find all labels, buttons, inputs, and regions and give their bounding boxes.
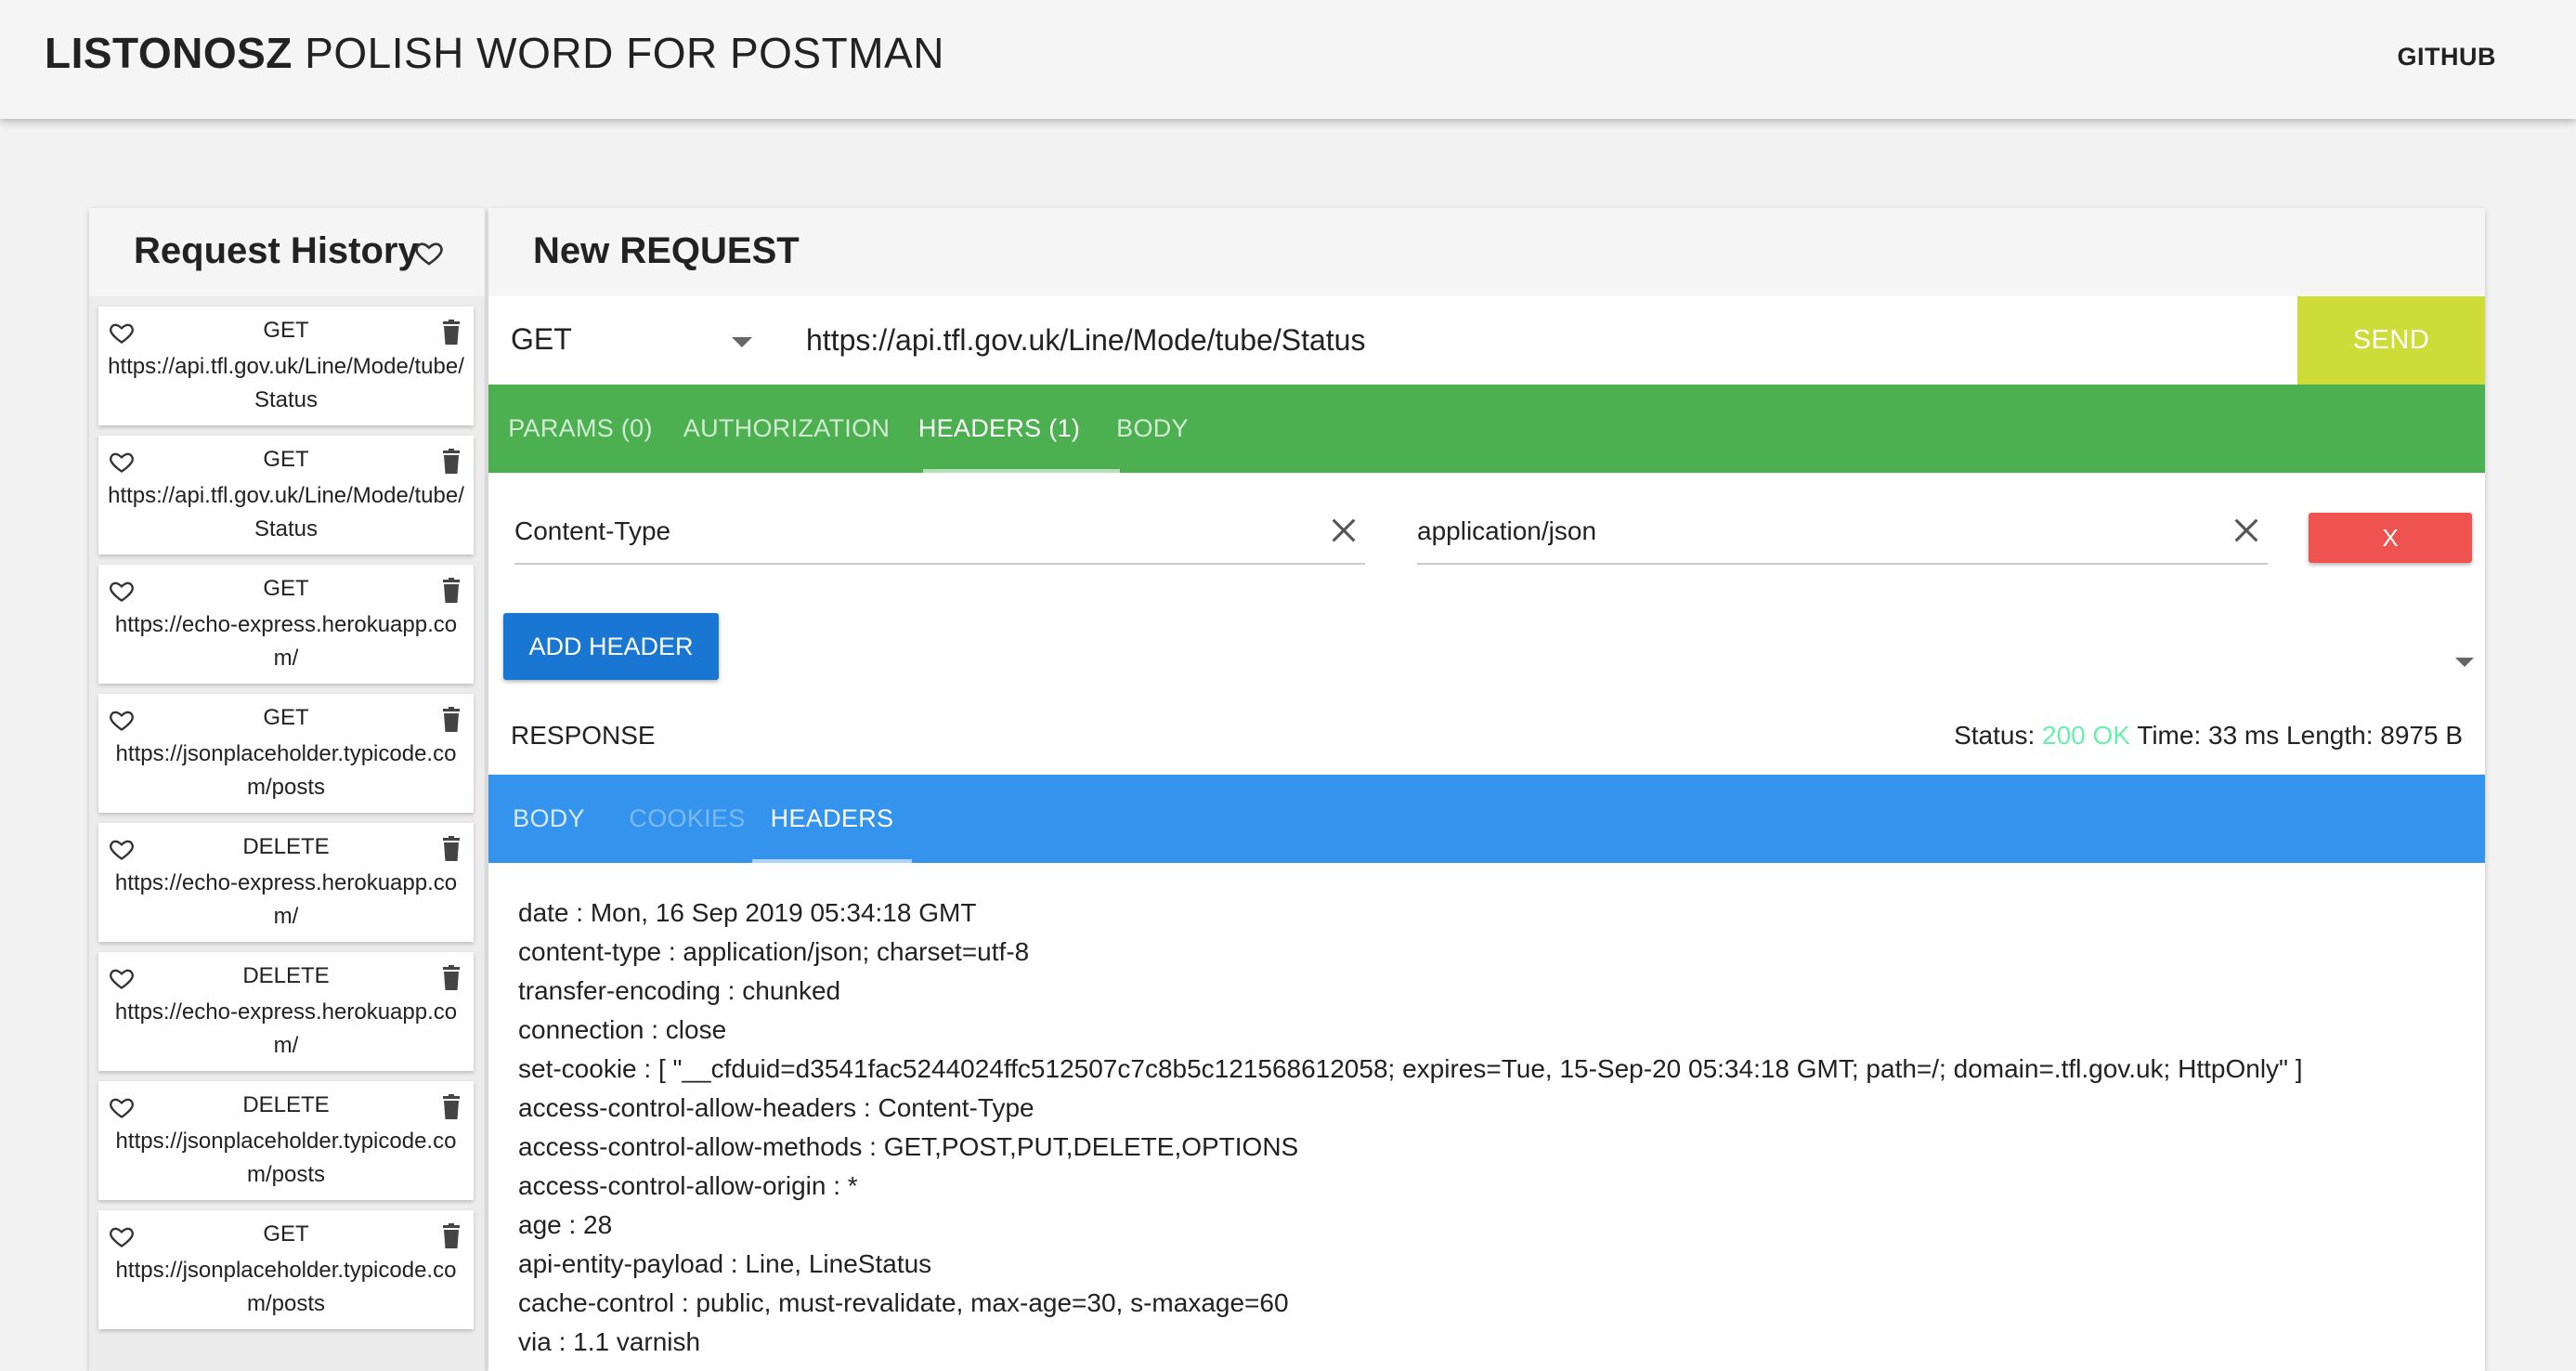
response-time: Time: 33 ms [2137,721,2280,750]
tab-params[interactable]: PARAMS (0) [488,385,672,473]
response-tabs: BODY COOKIES HEADERS [488,775,2485,863]
history-item[interactable]: DELETE https://echo-express.herokuapp.com… [98,823,474,942]
history-item-url: https://api.tfl.gov.uk/Line/Mode/tube/St… [108,483,464,542]
request-title: New REQUEST [533,230,800,271]
response-length: Length: 8975 B [2286,721,2463,750]
history-item-url: https://jsonplaceholder.typicode.com/pos… [115,1258,457,1316]
history-item-method: GET [263,1221,309,1247]
response-header-line: set-cookie : [ "__cfduid=d3541fac5244024… [518,1054,2303,1083]
history-header: Request History [89,208,485,296]
response-header-line: access-control-allow-headers : Content-T… [518,1093,1034,1122]
response-header-line: age : 28 [518,1210,613,1239]
status-prefix: Status: [1954,721,2036,750]
history-item-method: GET [263,447,309,472]
remove-header-button[interactable]: X [2309,513,2472,563]
history-item[interactable]: GET https://jsonplaceholder.typicode.com/… [98,694,474,813]
request-tabs: PARAMS (0) AUTHORIZATION HEADERS (1) BOD… [488,385,2485,473]
brand-title: LISTONOSZ POLISH WORD FOR POSTMAN [45,28,944,78]
brand-name: LISTONOSZ [45,29,293,77]
response-headers-list: date : Mon, 16 Sep 2019 05:34:18 GMT cont… [518,894,2468,1362]
tab-authorization[interactable]: AUTHORIZATION [672,385,901,473]
response-status: Status: 200 OK Time: 33 ms Length: 8975 … [1954,721,2463,751]
history-item-url: https://jsonplaceholder.typicode.com/pos… [115,1129,457,1187]
history-item[interactable]: DELETE https://jsonplaceholder.typicode.c… [98,1081,474,1200]
url-input[interactable]: https://api.tfl.gov.uk/Line/Mode/tube/St… [806,296,1837,385]
close-icon[interactable] [1328,515,1360,546]
response-header-line: cache-control : public, must-revalidate,… [518,1288,1289,1317]
request-panel: New REQUEST GET https://api.tfl.gov.uk/L… [488,208,2485,1371]
brand-subtitle: POLISH WORD FOR POSTMAN [305,29,944,77]
response-header-line: access-control-allow-origin : * [518,1171,858,1200]
history-item-url: https://echo-express.herokuapp.com/ [114,612,458,671]
add-header-button[interactable]: ADD HEADER [503,613,719,680]
response-header-line: via : 1.1 varnish [518,1327,701,1356]
history-item-url: https://echo-express.herokuapp.com/ [114,999,458,1058]
history-item-url: https://jsonplaceholder.typicode.com/pos… [115,741,457,800]
method-select[interactable]: GET [488,296,786,385]
history-item-method: DELETE [242,963,330,988]
history-item[interactable]: GET https://api.tfl.gov.uk/Line/Mode/tube… [98,307,474,425]
caret-down-icon [732,337,752,347]
response-header-line: content-type : application/json; charset… [518,937,1030,966]
history-item-method: GET [263,576,309,601]
history-item[interactable]: GET https://echo-express.herokuapp.com/ [98,565,474,684]
send-button[interactable]: SEND [2297,296,2485,385]
method-value: GET [511,322,572,356]
history-item-url: https://echo-express.herokuapp.com/ [114,870,458,929]
history-item-method: GET [263,318,309,343]
history-item[interactable]: DELETE https://echo-express.herokuapp.com… [98,952,474,1071]
history-item-method: DELETE [242,834,330,859]
tab-response-cookies: COOKIES [629,804,746,832]
header-value-field[interactable]: application/json [1417,505,2268,565]
github-link[interactable]: GITHUB [2398,43,2497,72]
history-item-method: GET [263,705,309,730]
tab-response-body[interactable]: BODY [488,775,609,863]
history-item[interactable]: GET https://api.tfl.gov.uk/Line/Mode/tube… [98,436,474,555]
close-icon[interactable] [2231,515,2262,546]
status-code: 200 OK [2042,721,2130,750]
app-bar: LISTONOSZ POLISH WORD FOR POSTMAN GITHUB [0,0,2576,119]
response-bar: RESPONSE Status: 200 OK Time: 33 ms Leng… [488,691,2485,779]
response-header-line: api-entity-payload : Line, LineStatus [518,1249,932,1278]
tab-headers[interactable]: HEADERS (1) [901,385,1098,473]
response-header-line: access-control-allow-methods : GET,POST,… [518,1132,1299,1161]
history-item-method: DELETE [242,1092,330,1117]
request-history-panel: Request History GET https://api.tfl.gov.u… [89,208,485,1371]
header-key-value: Content-Type [514,516,671,545]
response-header-line: transfer-encoding : chunked [518,976,841,1005]
tab-body[interactable]: BODY [1098,385,1207,473]
history-item-url: https://api.tfl.gov.uk/Line/Mode/tube/St… [108,354,464,412]
tab-response-headers[interactable]: HEADERS [750,775,914,863]
response-header-line: date : Mon, 16 Sep 2019 05:34:18 GMT [518,898,977,927]
header-key-field[interactable]: Content-Type [514,505,1365,565]
history-title: Request History [134,230,419,271]
heart-icon[interactable] [414,238,444,268]
response-header-line: connection : close [518,1015,727,1044]
active-tab-indicator [752,859,912,863]
caret-down-icon[interactable] [2455,658,2474,667]
request-header: New REQUEST [488,208,2485,296]
response-label: RESPONSE [511,721,656,750]
header-value-value: application/json [1417,516,1597,545]
history-item[interactable]: GET https://jsonplaceholder.typicode.com/… [98,1210,474,1329]
active-tab-indicator [923,469,1120,473]
